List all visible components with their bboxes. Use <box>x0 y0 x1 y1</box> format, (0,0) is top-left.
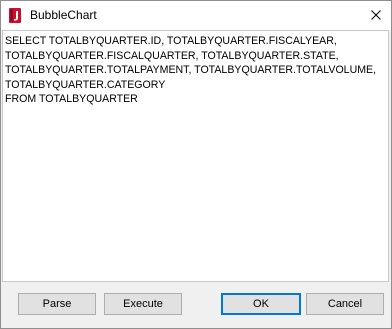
ok-button[interactable]: OK <box>221 293 301 315</box>
window-title: BubbleChart <box>30 8 97 22</box>
close-icon <box>371 7 381 25</box>
dialog-window: BubbleChart SELECT TOTALBYQUARTER.ID, TO… <box>0 0 392 329</box>
close-button[interactable] <box>361 1 391 30</box>
parse-button[interactable]: Parse <box>18 293 96 315</box>
sql-editor[interactable]: SELECT TOTALBYQUARTER.ID, TOTALBYQUARTER… <box>2 30 389 282</box>
cancel-button[interactable]: Cancel <box>306 293 384 315</box>
report-app-icon <box>9 8 21 23</box>
execute-button[interactable]: Execute <box>104 293 182 315</box>
title-bar[interactable]: BubbleChart <box>1 1 391 30</box>
